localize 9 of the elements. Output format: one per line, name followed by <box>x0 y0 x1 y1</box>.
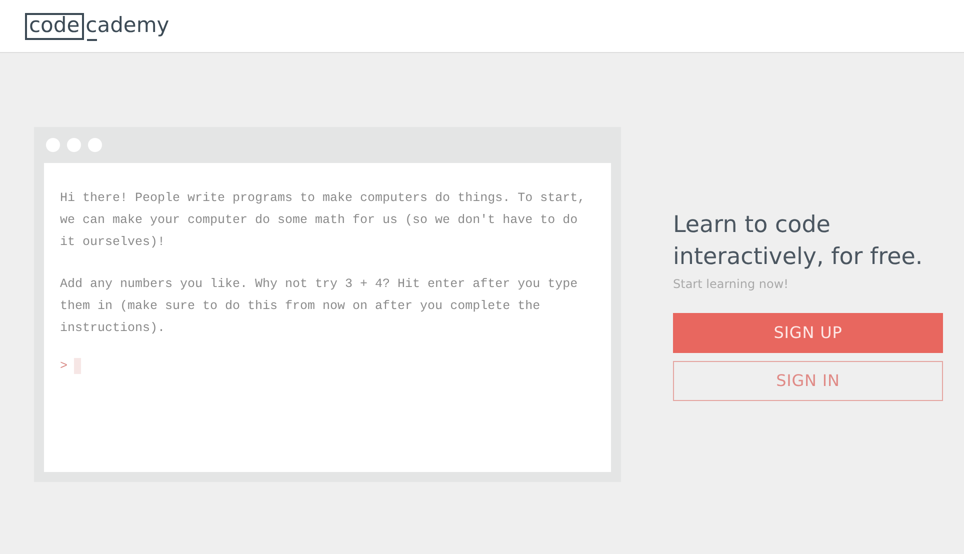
terminal-text: Hi there! People write programs to make computers do things. To start, we can make your computer do some math for us (so we don't have to do it ourselves)! <box>60 190 586 251</box>
prompt-symbol: > <box>60 358 68 375</box>
sign-in-button[interactable]: SIGN IN <box>673 361 943 401</box>
text-cursor[interactable] <box>74 358 81 374</box>
terminal-text: Add any numbers you like. Why not try 3 + 4? Hit enter after you type them in (make sure to do this from now on after you complete the instructions). <box>60 276 579 337</box>
hero-title: Learn to code interactively, for free. <box>673 211 924 272</box>
logo[interactable]: code cademy <box>25 12 170 40</box>
sign-up-button[interactable]: SIGN UP <box>673 313 943 353</box>
hero-subtitle: Start learning now! <box>673 276 790 293</box>
